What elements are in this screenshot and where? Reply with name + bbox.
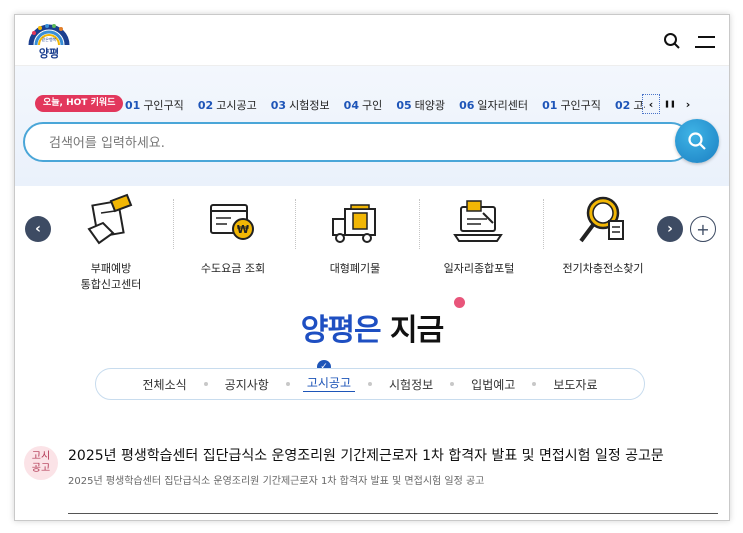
logo-text: 양평 (38, 47, 60, 60)
tab-notices[interactable]: 공지사항 (221, 376, 273, 393)
hot-keyword[interactable]: 04 구인 (344, 96, 383, 114)
job-portal-laptop-icon (449, 193, 509, 253)
tab-separator (203, 382, 208, 386)
quick-menu-next-button[interactable]: › (657, 216, 683, 242)
report-form-pen-icon (81, 193, 141, 253)
quick-item-label: 부패예방 통합신고센터 (80, 262, 142, 291)
decor-dot (454, 297, 465, 308)
ev-charger-magnifier-icon (573, 193, 633, 253)
mobile-page-frame: 같은행복 양평 오늘, HOT 키워드 01 구인구직 02 고시공고 03 시험정보… (14, 14, 730, 521)
logo-slogan: 같은행복 (41, 37, 57, 42)
search-bar (23, 122, 691, 162)
quick-menu-prev-button[interactable]: ‹ (25, 216, 51, 242)
quick-menu-more-button[interactable]: + (690, 216, 716, 242)
hot-keyword[interactable]: 02고시공고 (198, 96, 257, 114)
quick-item-label: 일자리종합포털 (443, 262, 515, 275)
tab-press-releases[interactable]: 보도자료 (549, 376, 601, 393)
hot-keyword-list: 01 구인구직 02 고시공고 03 시험정보 04 구인 05 태양광 06 일자리센터 … (125, 94, 645, 114)
hamburger-menu-icon[interactable] (695, 34, 715, 48)
hot-keyword[interactable]: 05 태양광 (396, 96, 445, 114)
site-header: 같은행복 양평 (15, 15, 729, 66)
svg-text:₩: ₩ (237, 223, 249, 236)
tab-public-notices[interactable]: 고시공고 (302, 376, 355, 392)
search-button[interactable] (675, 119, 719, 163)
hot-keyword-badge: 오늘, HOT 키워드 (35, 95, 124, 112)
section-title: 양평은 지금 (300, 313, 444, 348)
tab-all-news[interactable]: 전체소식 (138, 376, 190, 393)
hot-keyword[interactable]: 06 일자리센터 (459, 96, 528, 114)
search-input[interactable] (47, 124, 651, 162)
article-title-link[interactable]: 2025년 평생학습센터 집단급식소 운영조리원 기간제근로자 1차 합격자 발… (68, 445, 664, 465)
tab-legislation[interactable]: 입법예고 (467, 376, 519, 393)
water-bill-won-icon: ₩ (203, 193, 263, 253)
quick-item-ev-charger[interactable]: 전기차충전소찾기 (543, 187, 663, 277)
quick-item-label: 수도요금 조회 (200, 262, 266, 275)
tab-separator (450, 382, 455, 386)
quick-item-label: 전기차충전소찾기 (562, 262, 644, 275)
hot-keyword[interactable]: 01 구인구직 (125, 96, 184, 114)
quick-item-job-portal[interactable]: 일자리종합포털 (419, 187, 539, 277)
news-tabs: 전체소식 공지사항 고시공고 시험정보 입법예고 보도자료 (95, 368, 645, 400)
garbage-truck-bin-icon (325, 193, 385, 253)
hero-search-area: 오늘, HOT 키워드 01 구인구직 02 고시공고 03 시험정보 04 구인 05… (15, 66, 729, 186)
article-summary: 2025년 평생학습센터 집단급식소 운영조리원 기간제근로자 1차 합격자 발… (68, 476, 485, 487)
quick-item-anticorruption[interactable]: 부패예방 통합신고센터 (51, 187, 171, 293)
keyword-controls: ‹ ❚❚ › (642, 94, 698, 114)
hot-keyword[interactable]: 02고시공고 (615, 96, 645, 114)
tab-exam-info[interactable]: 시험정보 (385, 376, 437, 393)
keyword-prev-button[interactable]: ‹ (642, 94, 660, 114)
article-category-badge: 고시 공고 (24, 446, 58, 480)
divider (68, 513, 718, 514)
hot-keyword[interactable]: 01 구인구직 (542, 96, 601, 114)
quick-menu: ‹ 부패예방 통합신고센터 ₩ 수도요금 조회 대형폐기물 일자리종합포털 전기… (15, 187, 729, 297)
search-icon[interactable] (663, 32, 681, 50)
quick-item-label: 대형폐기물 (329, 262, 381, 275)
quick-item-bulky-waste[interactable]: 대형폐기물 (295, 187, 415, 277)
quick-item-water-bill[interactable]: ₩ 수도요금 조회 (173, 187, 293, 277)
tab-separator (532, 382, 537, 386)
tab-separator (285, 382, 290, 386)
keyword-next-button[interactable]: › (680, 95, 696, 113)
keyword-pause-button[interactable]: ❚❚ (662, 95, 678, 113)
hot-keyword[interactable]: 03 시험정보 (271, 96, 330, 114)
search-icon (688, 132, 706, 150)
tab-separator (368, 382, 372, 386)
